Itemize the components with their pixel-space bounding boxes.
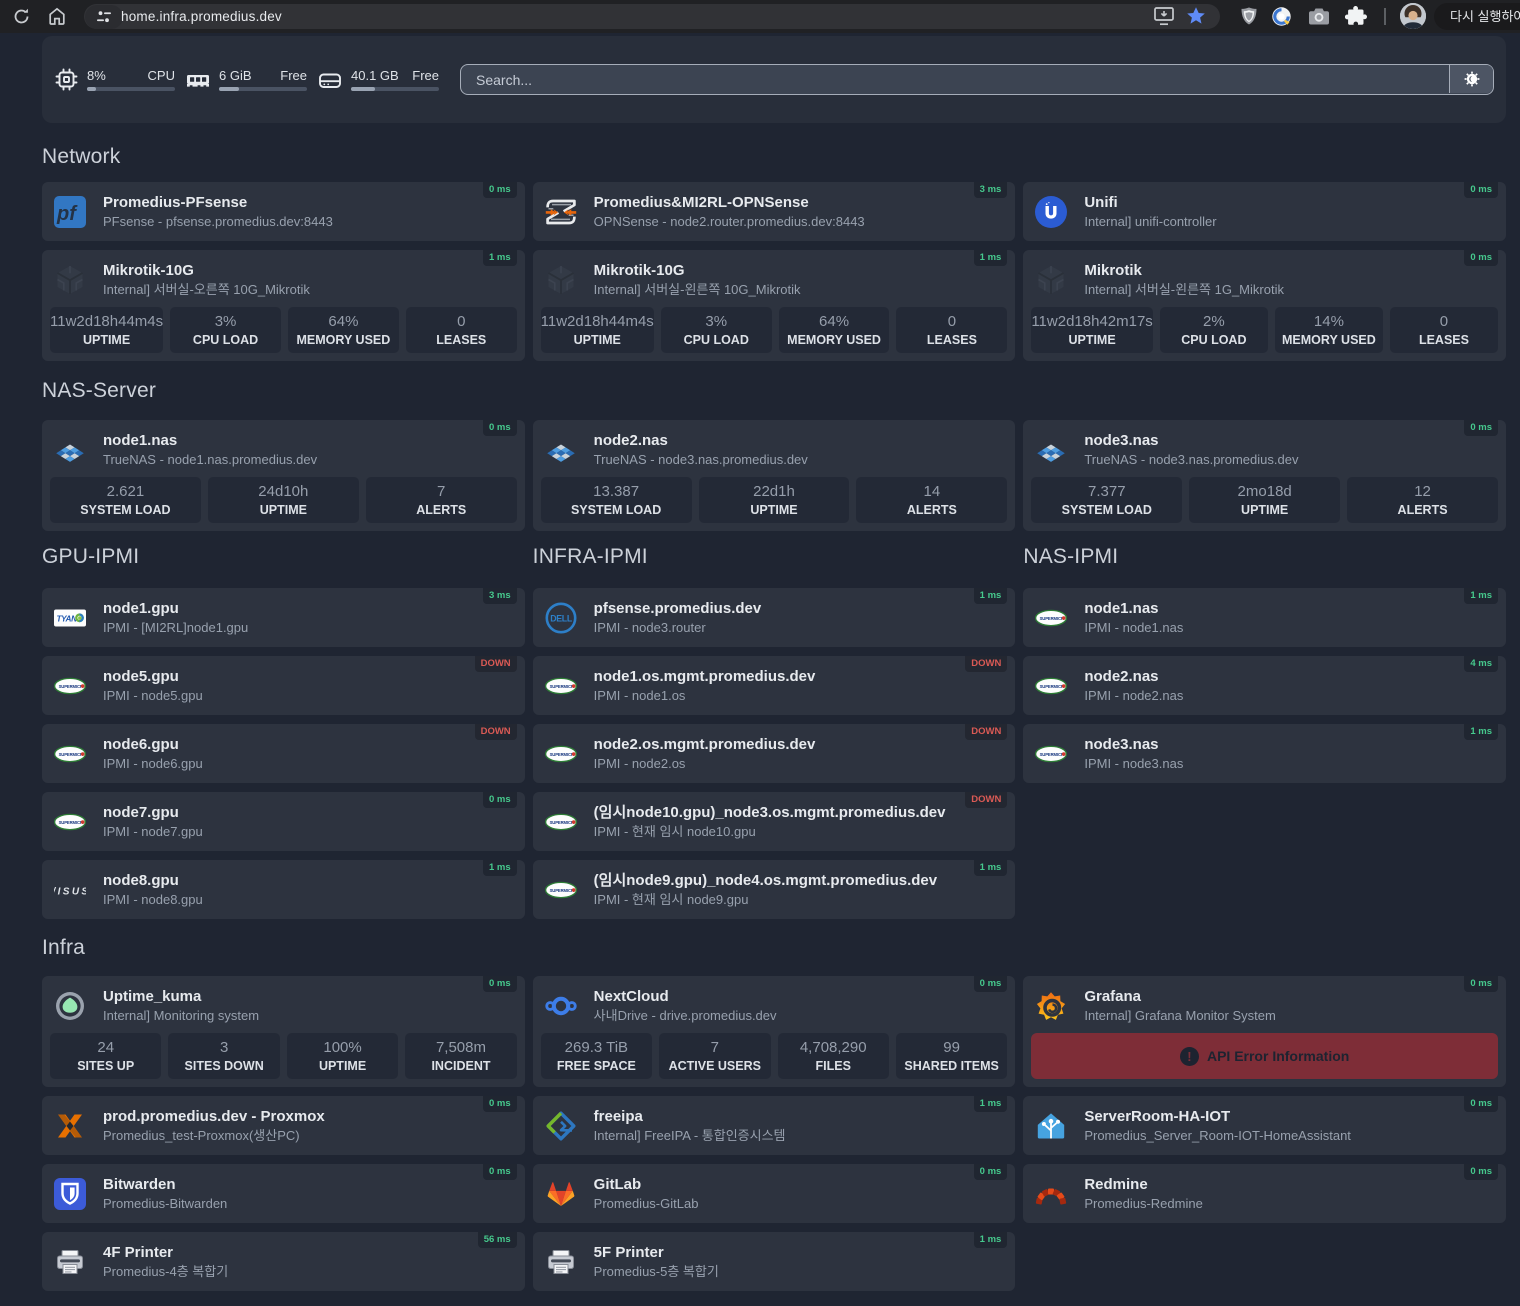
svg-text:SUPERMICR: SUPERMICR [1040, 683, 1064, 688]
svg-text:SUPERMICR: SUPERMICR [549, 751, 573, 756]
svg-text:SUPERMICR: SUPERMICR [59, 683, 83, 688]
svg-text:SUPERMICR: SUPERMICR [1040, 751, 1064, 756]
svg-text:SUPERMICR: SUPERMICR [59, 819, 83, 824]
svg-text:SUPERMICR: SUPERMICR [1040, 615, 1064, 620]
svg-text:TYAN: TYAN [57, 614, 79, 623]
svg-text:pf: pf [56, 203, 78, 225]
svg-text:SUPERMICR: SUPERMICR [549, 683, 573, 688]
svg-text:SUPERMICR: SUPERMICR [549, 819, 573, 824]
svg-text:DELL: DELL [550, 613, 573, 623]
svg-text:SUPERMICR: SUPERMICR [59, 751, 83, 756]
svg-text:/ISUS: /ISUS [54, 886, 86, 897]
svg-text:SUPERMICR: SUPERMICR [549, 887, 573, 892]
